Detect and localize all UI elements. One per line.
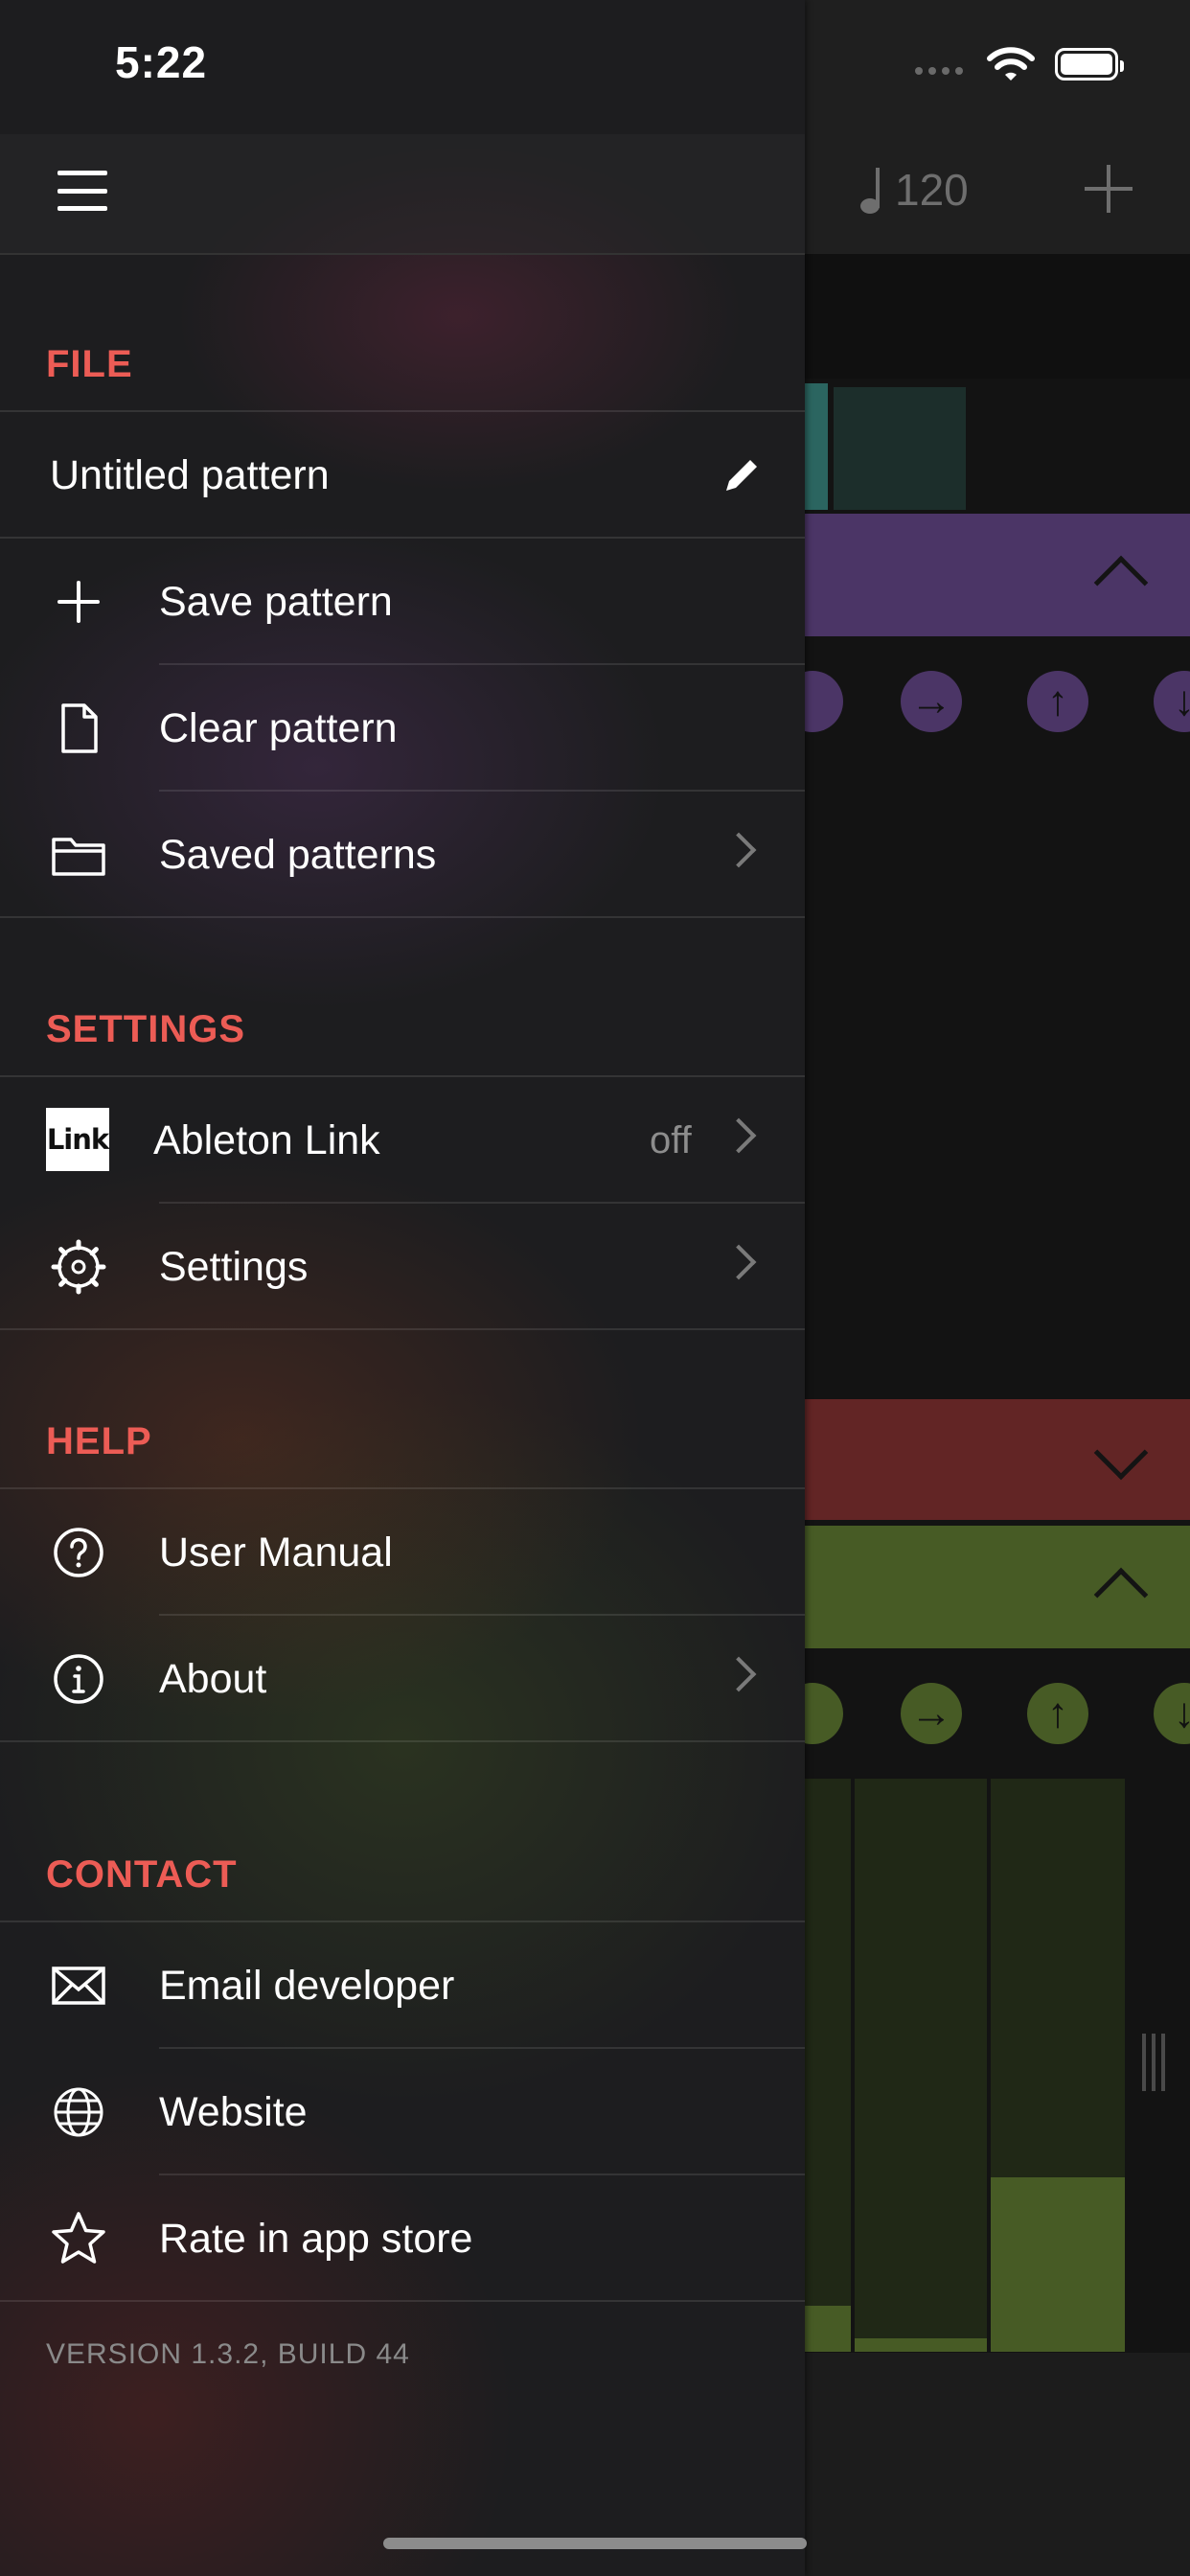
status-indicators — [915, 46, 1145, 84]
document-icon — [61, 703, 98, 753]
menu-item-rate-app[interactable]: Rate in app store — [0, 2175, 805, 2302]
chevron-right-icon — [721, 1117, 757, 1154]
clock: 5:22 — [115, 37, 208, 87]
tempo-value: 120 — [895, 165, 969, 215]
battery-icon — [1055, 48, 1124, 80]
cellular-signal-icon — [915, 67, 963, 75]
chevron-right-icon — [721, 1656, 757, 1692]
chevron-up-icon[interactable] — [1093, 555, 1149, 610]
wifi-icon — [987, 47, 1035, 80]
chevron-up-icon[interactable] — [1093, 1567, 1149, 1622]
tempo-display[interactable]: 120 — [860, 161, 969, 218]
menu-item-label: Ableton Link — [153, 1117, 380, 1163]
menu-item-label: Rate in app store — [159, 2216, 473, 2262]
step-fill — [803, 2306, 851, 2352]
gear-icon — [51, 1239, 106, 1295]
menu-item-label: User Manual — [159, 1530, 393, 1576]
pattern-cell[interactable] — [834, 387, 966, 510]
chevron-right-icon — [721, 1244, 757, 1280]
pattern-name-row[interactable]: Untitled pattern — [0, 412, 805, 539]
home-indicator[interactable] — [383, 2538, 807, 2549]
arrow-right-button[interactable]: → — [901, 1683, 962, 1744]
menu-item-ableton-link[interactable]: Ableton Link off — [0, 1077, 805, 1204]
arrow-up-button[interactable]: ↑ — [1027, 1683, 1088, 1744]
pencil-icon[interactable] — [721, 454, 763, 496]
add-track-button[interactable] — [1085, 165, 1133, 213]
divider — [0, 1328, 805, 1330]
menu-item-label: Email developer — [159, 1963, 455, 2009]
status-bar: 5:22 — [0, 0, 805, 134]
menu-item-settings[interactable]: Settings — [0, 1204, 805, 1330]
pattern-name: Untitled pattern — [50, 452, 330, 498]
step-column[interactable] — [855, 1779, 987, 2352]
step-fill — [991, 2177, 1125, 2352]
menu-item-website[interactable]: Website — [0, 2049, 805, 2175]
globe-icon — [54, 2087, 103, 2137]
chevron-right-icon — [721, 832, 757, 868]
plus-icon — [57, 581, 100, 623]
menu-item-email-developer[interactable]: Email developer — [0, 1922, 805, 2049]
ableton-link-logo: Link — [46, 1108, 109, 1171]
arrow-down-button[interactable]: ↓ — [1154, 671, 1190, 732]
menu-item-saved-patterns[interactable]: Saved patterns — [0, 792, 805, 918]
section-title-contact: CONTACT — [46, 1853, 238, 1896]
folder-icon — [52, 838, 105, 876]
section-title-settings: SETTINGS — [46, 1008, 246, 1050]
star-icon — [52, 2212, 105, 2264]
drawer-header — [0, 134, 805, 255]
divider — [0, 916, 805, 918]
arrow-up-button[interactable]: ↑ — [1027, 671, 1088, 732]
music-note-icon — [860, 166, 887, 214]
section-title-help: HELP — [46, 1420, 152, 1462]
resize-grip-icon[interactable] — [1142, 2034, 1171, 2091]
menu-item-label: Settings — [159, 1244, 309, 1290]
menu-item-label: Website — [159, 2089, 308, 2135]
menu-item-label: Clear pattern — [159, 705, 398, 751]
menu-item-save-pattern[interactable]: Save pattern — [0, 539, 805, 665]
question-circle-icon — [54, 1528, 103, 1577]
info-circle-icon — [54, 1654, 103, 1704]
envelope-icon — [52, 1966, 105, 2005]
menu-item-label: About — [159, 1656, 267, 1702]
menu-item-clear-pattern[interactable]: Clear pattern — [0, 665, 805, 792]
arrow-down-button[interactable]: ↓ — [1154, 1683, 1190, 1744]
pattern-cell[interactable] — [803, 383, 828, 510]
arrow-right-button[interactable]: → — [901, 671, 962, 732]
menu-item-label: Save pattern — [159, 579, 393, 625]
ableton-link-status: off — [650, 1119, 692, 1162]
chevron-down-icon[interactable] — [1093, 1425, 1149, 1481]
hamburger-menu-icon[interactable] — [57, 171, 107, 211]
menu-item-label: Saved patterns — [159, 832, 437, 878]
version-label: VERSION 1.3.2, BUILD 44 — [46, 2338, 410, 2370]
step-fill — [855, 2338, 987, 2352]
menu-item-user-manual[interactable]: User Manual — [0, 1489, 805, 1616]
section-title-file: FILE — [46, 343, 133, 385]
divider — [0, 1740, 805, 1742]
step-column[interactable] — [803, 1779, 851, 2352]
divider — [0, 2300, 805, 2302]
menu-item-about[interactable]: About — [0, 1616, 805, 1742]
side-menu-drawer: 5:22 FILE Untitled pattern Save pattern … — [0, 0, 805, 2576]
